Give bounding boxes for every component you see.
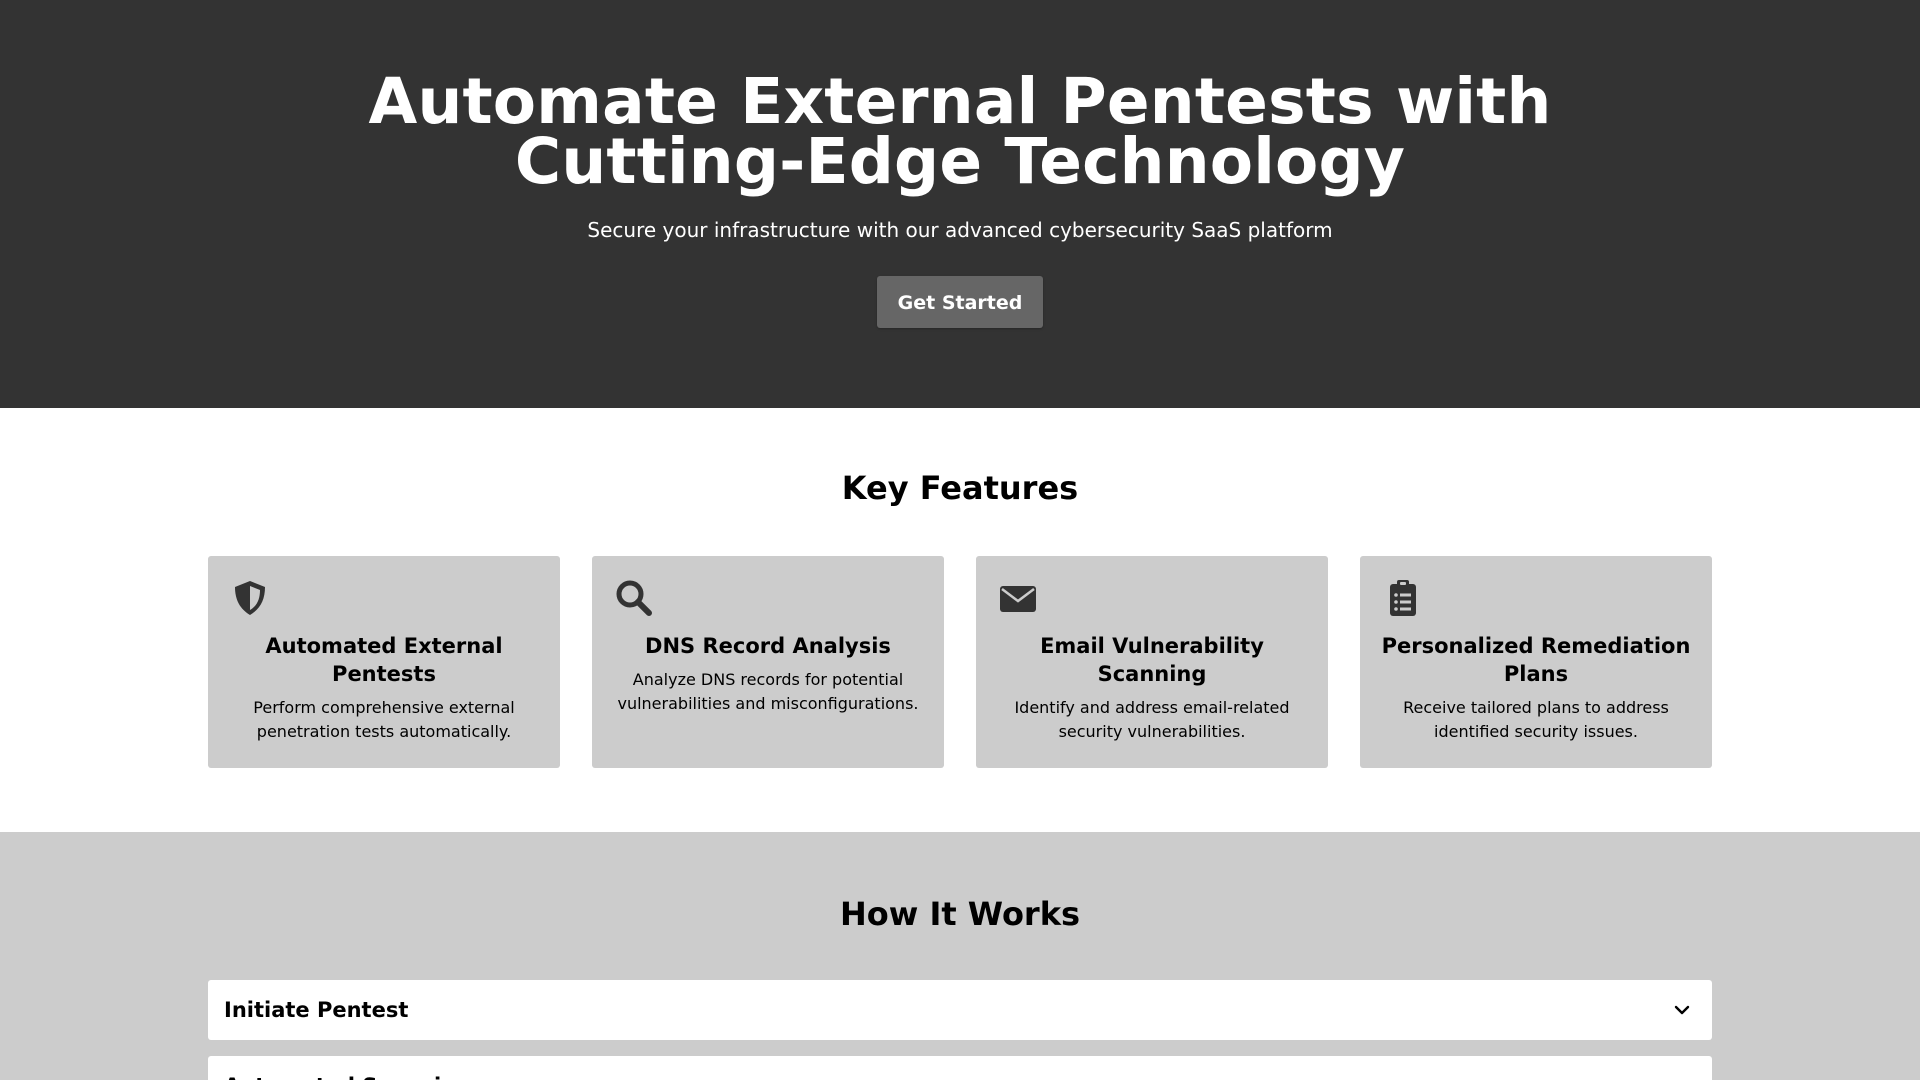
accordion-item-automated-scanning[interactable]: Automated Scanning — [208, 1056, 1712, 1080]
feature-description: Perform comprehensive external penetrati… — [253, 698, 515, 741]
accordion-title: Initiate Pentest — [224, 998, 409, 1022]
how-it-works-section: How It Works Initiate Pentest Automated … — [0, 832, 1920, 1080]
feature-title: Personalized Remediation Plans — [1381, 634, 1691, 686]
feature-card-dns-analysis: DNS Record Analysis Analyze DNS records … — [592, 556, 944, 768]
feature-description: Identify and address email-related secur… — [1014, 698, 1290, 741]
search-icon — [614, 578, 654, 618]
feature-title: Email Vulnerability Scanning — [1040, 634, 1264, 686]
feature-card-email-scanning: Email Vulnerability Scanning Identify an… — [976, 556, 1328, 768]
chevron-down-icon[interactable] — [1674, 1002, 1690, 1018]
hero-subtitle: Secure your infrastructure with our adva… — [587, 218, 1333, 242]
feature-description: Receive tailored plans to address identi… — [1403, 698, 1669, 741]
feature-card-automated-pentests: Automated External Pentests Perform comp… — [208, 556, 560, 768]
accordion-title: Automated Scanning — [224, 1056, 471, 1080]
shield-icon — [230, 578, 270, 618]
feature-title: DNS Record Analysis — [645, 634, 891, 658]
hero-section: Automate External Pentests with Cutting-… — [0, 0, 1920, 408]
envelope-icon — [998, 578, 1038, 618]
feature-card-remediation-plans: Personalized Remediation Plans Receive t… — [1360, 556, 1712, 768]
key-features-heading: Key Features — [841, 469, 1079, 507]
clipboard-list-icon — [1382, 578, 1422, 618]
feature-description: Analyze DNS records for potential vulner… — [617, 670, 919, 713]
get-started-button[interactable]: Get Started — [877, 276, 1043, 328]
accordion-item-initiate-pentest[interactable]: Initiate Pentest — [208, 980, 1712, 1040]
hero-title: Automate External Pentests with Cutting-… — [368, 65, 1552, 198]
feature-title: Automated External Pentests — [265, 634, 503, 686]
how-it-works-heading: How It Works — [839, 895, 1081, 933]
